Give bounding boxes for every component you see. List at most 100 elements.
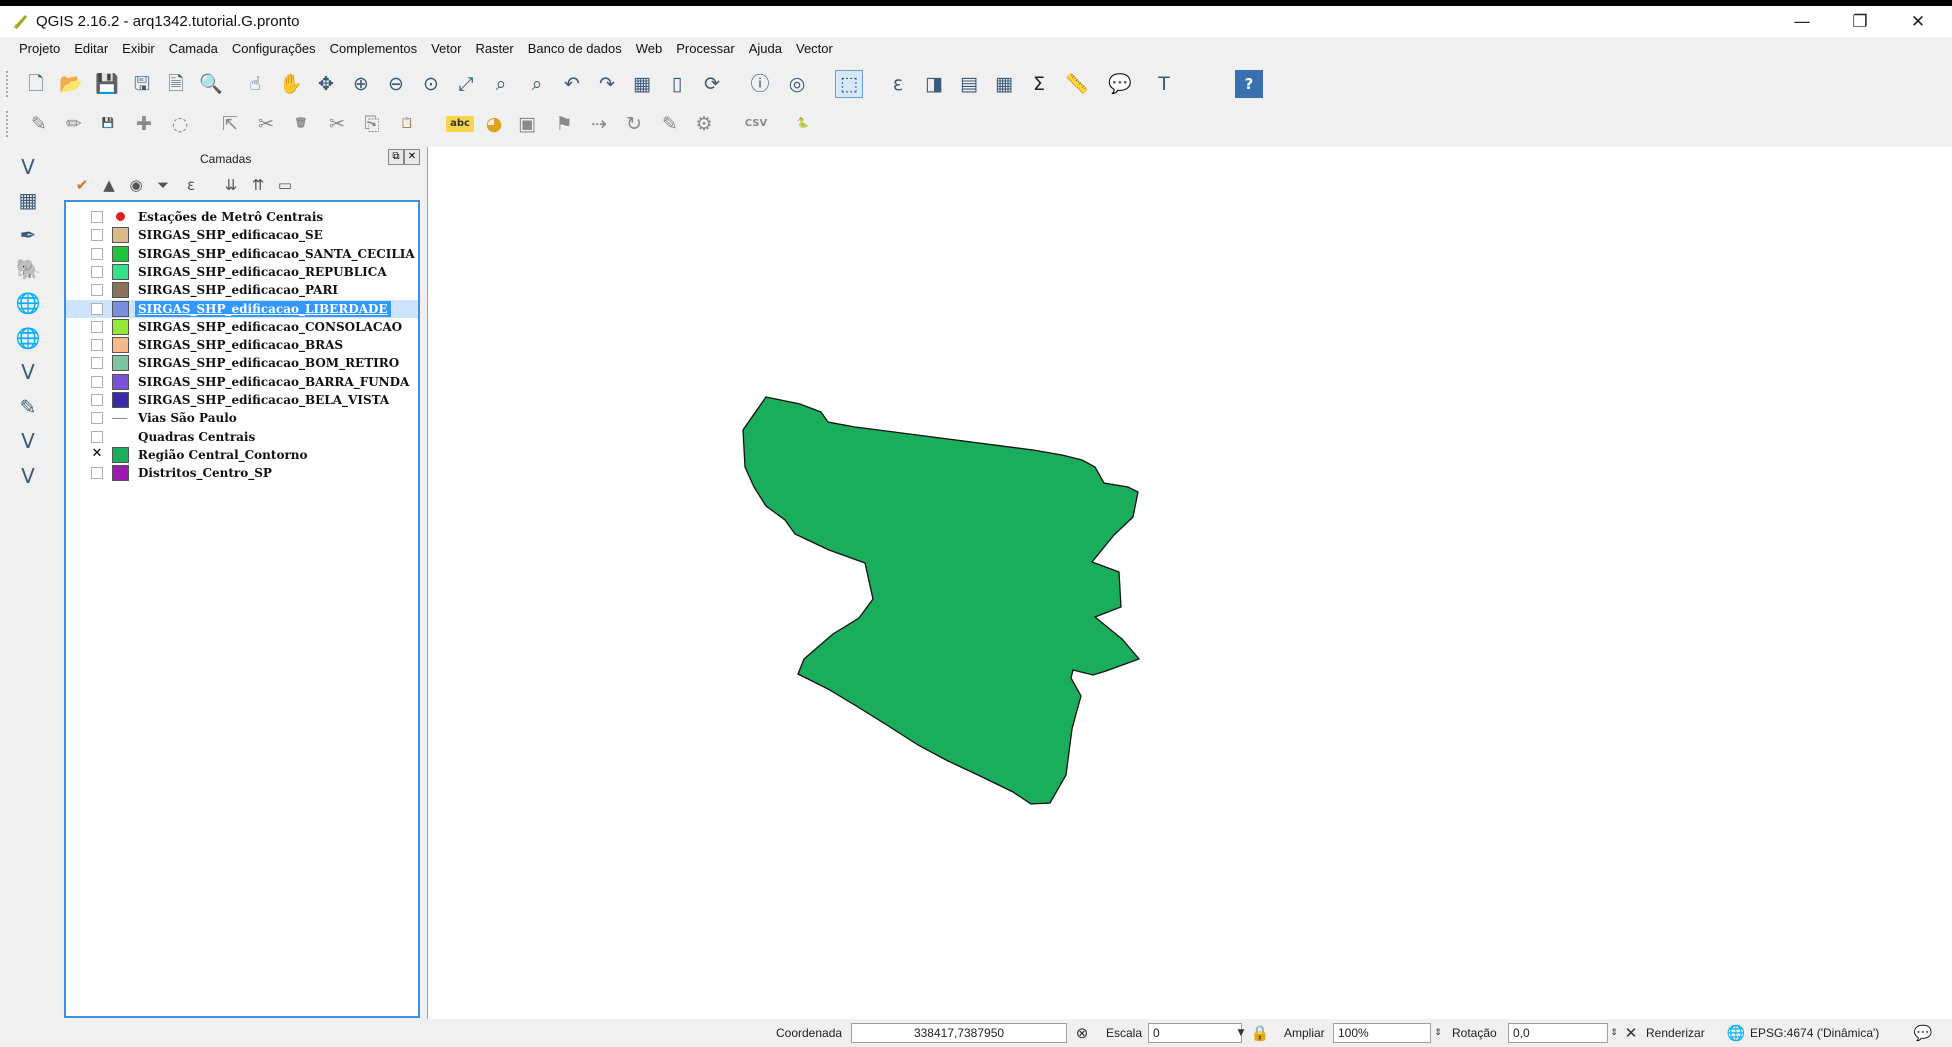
save-as-icon[interactable]: 🖫 — [128, 70, 156, 98]
close-button[interactable]: ✕ — [1889, 6, 1947, 37]
layer-row[interactable]: Estações de Metrô Centrais — [66, 208, 418, 226]
deselect-icon[interactable]: ◨ — [920, 70, 948, 98]
layer-row[interactable]: Vias São Paulo — [66, 409, 418, 427]
remove-layer-icon[interactable]: ▭ — [274, 174, 296, 196]
restore-button[interactable]: ❐ — [1831, 6, 1889, 37]
layer-row[interactable]: ✕ Região Central_Contorno — [66, 446, 418, 464]
text-annotation-icon[interactable]: T — [1150, 70, 1178, 98]
new-map-view-icon[interactable]: ▦ — [628, 70, 656, 98]
layer-row[interactable]: Quadras Centrais — [66, 428, 418, 446]
add-wms-layer-icon[interactable]: 🌐 — [12, 288, 44, 318]
lock-scale-icon[interactable]: 🔒 — [1249, 1023, 1271, 1043]
node-tool-icon[interactable]: ✂ — [252, 110, 280, 138]
layer-row[interactable]: SIRGAS_SHP_edificacao_BELA_VISTA — [66, 391, 418, 409]
menu-vetor[interactable]: Vetor — [424, 37, 468, 61]
messages-icon[interactable]: 💬 — [1912, 1023, 1934, 1043]
menu-editar[interactable]: Editar — [67, 37, 115, 61]
annotation-icon[interactable]: 💬 — [1106, 70, 1134, 98]
layer-visibility-checkbox[interactable] — [91, 467, 103, 480]
new-bookmark-icon[interactable]: ▯ — [663, 70, 691, 98]
zoom-to-selection-icon[interactable]: ⌕ — [487, 70, 515, 98]
measure-icon[interactable]: 📏 — [1063, 70, 1091, 98]
toolbar-grip[interactable] — [6, 71, 12, 97]
layer-row[interactable]: SIRGAS_SHP_edificacao_LIBERDADE — [66, 299, 418, 318]
save-project-icon[interactable]: 💾 — [93, 70, 121, 98]
coordinate-field[interactable]: 338417,7387950 — [851, 1023, 1067, 1043]
regiao-central-polygon[interactable] — [742, 396, 1141, 805]
layer-row[interactable]: SIRGAS_SHP_edificacao_REPUBLICA — [66, 263, 418, 281]
menu-configuracoes[interactable]: Configurações — [225, 37, 323, 61]
magnifier-spin-icon[interactable]: ⇕ — [1427, 1023, 1449, 1043]
field-calculator-icon[interactable]: ▦ — [990, 70, 1018, 98]
zoom-to-layer-icon[interactable]: ⌕ — [523, 70, 551, 98]
delete-selected-icon[interactable]: 🗑 — [287, 110, 315, 138]
expand-all-icon[interactable]: ⇊ — [220, 174, 242, 196]
python-console-icon[interactable]: 🐍 — [789, 110, 817, 138]
toggle-editing-icon[interactable]: ✏ — [60, 110, 88, 138]
menu-complementos[interactable]: Complementos — [323, 37, 424, 61]
layer-visibility-checkbox[interactable] — [91, 339, 103, 352]
add-wcs-layer-icon[interactable]: 🌐 — [12, 323, 44, 353]
layer-visibility-checkbox[interactable] — [91, 247, 103, 260]
map-canvas[interactable] — [427, 147, 1952, 1019]
pan-icon[interactable]: ✋ — [277, 70, 305, 98]
label-properties-icon[interactable]: ⚙ — [690, 110, 718, 138]
manage-visibility-icon[interactable]: ◉ — [125, 174, 147, 196]
menu-banco-de-dados[interactable]: Banco de dados — [521, 37, 629, 61]
pin-labels-icon[interactable]: ▣ — [513, 110, 541, 138]
paste-features-icon[interactable]: 📋 — [393, 110, 421, 138]
add-group-icon[interactable]: ▲ — [98, 174, 120, 196]
statistics-icon[interactable]: Σ — [1025, 70, 1053, 98]
layer-visibility-checkbox[interactable] — [91, 320, 103, 333]
layer-row[interactable]: SIRGAS_SHP_edificacao_CONSOLACAO — [66, 318, 418, 336]
layer-visibility-checkbox[interactable] — [91, 430, 103, 443]
toggle-extents-icon[interactable]: ⊗ — [1071, 1023, 1093, 1043]
layer-visibility-checkbox[interactable] — [91, 211, 103, 223]
select-by-expression-icon[interactable]: ε — [884, 70, 912, 98]
layer-visibility-checkbox[interactable] — [91, 357, 103, 370]
rotate-label-icon[interactable]: ↻ — [620, 110, 648, 138]
add-delimited-text-icon[interactable]: ✎ — [12, 392, 44, 422]
add-wfs-layer-icon[interactable]: V — [12, 357, 44, 387]
scale-combobox[interactable]: 0 — [1148, 1023, 1242, 1043]
zoom-last-icon[interactable]: ↶ — [558, 70, 586, 98]
zoom-next-icon[interactable]: ↷ — [593, 70, 621, 98]
menu-raster[interactable]: Raster — [468, 37, 520, 61]
pan-to-selection-icon[interactable]: ✥ — [312, 70, 340, 98]
identify-icon[interactable]: ⓘ — [746, 70, 774, 98]
add-spatialite-layer-icon[interactable]: ✒ — [12, 220, 44, 250]
add-feature-icon[interactable]: ✚ — [130, 110, 158, 138]
panel-float-button[interactable]: ⧉ — [388, 149, 404, 165]
move-label-icon[interactable]: ⇢ — [585, 110, 613, 138]
style-manager-icon[interactable]: ✔ — [71, 174, 93, 196]
add-part-icon[interactable]: ◌ — [166, 110, 194, 138]
new-print-composer-icon[interactable]: 🗎 — [162, 70, 190, 98]
label-icon[interactable]: abc — [446, 116, 474, 132]
move-feature-icon[interactable]: ⇱ — [216, 110, 244, 138]
layer-visibility-checkbox[interactable]: ✕ — [91, 447, 103, 461]
map-tips-icon[interactable]: ◎ — [783, 70, 811, 98]
layer-visibility-checkbox[interactable] — [91, 394, 103, 406]
copy-features-icon[interactable]: ⎘ — [358, 110, 386, 138]
zoom-full-icon[interactable]: ⤢ — [452, 70, 480, 98]
select-features-icon[interactable]: ⬚ — [835, 70, 863, 98]
layer-row[interactable]: Distritos_Centro_SP — [66, 464, 418, 482]
menu-camada[interactable]: Camada — [162, 37, 225, 61]
diagram-icon[interactable]: ◕ — [480, 110, 508, 138]
change-label-icon[interactable]: ✎ — [656, 110, 684, 138]
layer-visibility-checkbox[interactable] — [91, 302, 103, 315]
menu-processar[interactable]: Processar — [669, 37, 742, 61]
layer-row[interactable]: SIRGAS_SHP_edificacao_PARI — [66, 281, 418, 299]
layer-visibility-checkbox[interactable] — [91, 412, 103, 425]
new-project-icon[interactable]: 🗋 — [22, 70, 50, 98]
panel-close-button[interactable]: ✕ — [404, 149, 420, 165]
collapse-all-icon[interactable]: ⇈ — [247, 174, 269, 196]
layer-visibility-checkbox[interactable] — [91, 284, 103, 297]
crs-globe-icon[interactable]: 🌐 — [1725, 1023, 1747, 1043]
layer-row[interactable]: SIRGAS_SHP_edificacao_BRAS — [66, 336, 418, 354]
menu-projeto[interactable]: Projeto — [0, 37, 67, 61]
show-hide-labels-icon[interactable]: ⚑ — [550, 110, 578, 138]
zoom-native-icon[interactable]: ⊙ — [417, 70, 445, 98]
menu-exibir[interactable]: Exibir — [115, 37, 162, 61]
add-csv-layer-icon[interactable]: CSV — [742, 110, 770, 138]
